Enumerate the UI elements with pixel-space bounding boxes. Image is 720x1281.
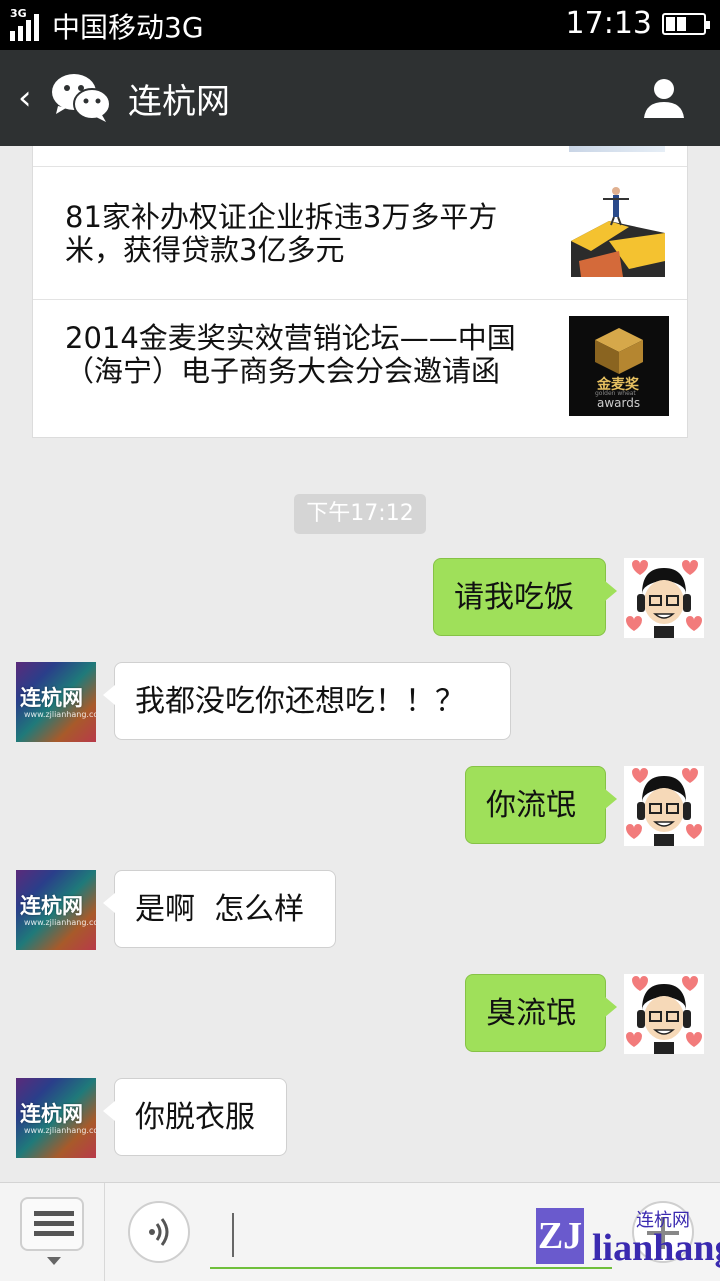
status-bar: 3G 中国移动3G 17:13 xyxy=(0,0,720,50)
award-thumbnail: 金麦奖 golden wheat awards xyxy=(569,316,669,416)
time-separator: 下午17:12 xyxy=(294,494,426,534)
watermark-en: lianhang xyxy=(592,1227,720,1269)
avatar-sub-text: www.zjlianhang.com xyxy=(24,710,96,719)
my-avatar[interactable] xyxy=(624,766,704,846)
avatar-logo-text: 连杭网 xyxy=(20,686,83,710)
battery-icon xyxy=(662,12,710,35)
divider xyxy=(104,1183,105,1281)
contact-avatar[interactable]: 连杭网 www.zjlianhang.com xyxy=(16,1078,96,1158)
signal-icon: 3G xyxy=(10,7,42,41)
carrier-label: 中国移动3G xyxy=(52,11,204,44)
message-bubble-outgoing[interactable]: 臭流氓 xyxy=(465,974,617,1052)
message-bubble-incoming[interactable]: 我都没吃你还想吃！！？ xyxy=(103,662,511,740)
card-top-remainder xyxy=(33,146,687,167)
award-label-en: awards xyxy=(597,396,641,410)
article-item[interactable]: 2014金麦奖实效营销论坛——中国（海宁）电子商务大会分会邀请函 金麦奖 gol… xyxy=(33,300,687,438)
article-card: 81家补办权证企业拆违3万多平方米，获得贷款3亿多元 2014金麦奖实效营销论坛… xyxy=(32,146,688,438)
wechat-icon xyxy=(52,74,111,122)
chevron-left-icon[interactable]: ‹ xyxy=(18,78,32,118)
watermark-mark: ZJ xyxy=(536,1208,584,1264)
list-menu-icon[interactable] xyxy=(20,1197,84,1265)
person-icon[interactable] xyxy=(642,76,686,120)
contact-avatar[interactable]: 连杭网 www.zjlianhang.com xyxy=(16,870,96,950)
message-bubble-incoming[interactable]: 你脱衣服 xyxy=(103,1078,287,1156)
message-bubble-outgoing[interactable]: 你流氓 xyxy=(465,766,617,844)
chat-title: 连杭网 xyxy=(128,82,230,122)
message-bubble-incoming[interactable]: 是啊 怎么样 xyxy=(103,870,336,948)
watermark-logo: ZJ 连杭网 lianhang xyxy=(536,1204,720,1274)
my-avatar[interactable] xyxy=(624,558,704,638)
network-badge: 3G xyxy=(10,7,27,20)
article-title: 81家补办权证企业拆违3万多平方米，获得贷款3亿多元 xyxy=(65,200,498,267)
avatar-sub-text: www.zjlianhang.com xyxy=(24,918,96,927)
article-item[interactable]: 81家补办权证企业拆违3万多平方米，获得贷款3亿多元 xyxy=(33,167,687,300)
clock: 17:13 xyxy=(565,6,652,41)
my-avatar[interactable] xyxy=(624,974,704,1054)
avatar-logo-text: 连杭网 xyxy=(20,894,83,918)
avatar-sub-text: www.zjlianhang.com xyxy=(24,1126,96,1135)
message-bubble-outgoing[interactable]: 请我吃饭 xyxy=(433,558,617,636)
article-title: 2014金麦奖实效营销论坛——中国（海宁）电子商务大会分会邀请函 xyxy=(65,321,516,388)
voice-icon[interactable] xyxy=(128,1201,190,1263)
contact-avatar[interactable]: 连杭网 www.zjlianhang.com xyxy=(16,662,96,742)
article-thumbnail xyxy=(569,181,669,281)
text-cursor xyxy=(232,1213,234,1257)
avatar-logo-text: 连杭网 xyxy=(20,1102,83,1126)
chat-header: ‹ 连杭网 xyxy=(0,50,720,146)
